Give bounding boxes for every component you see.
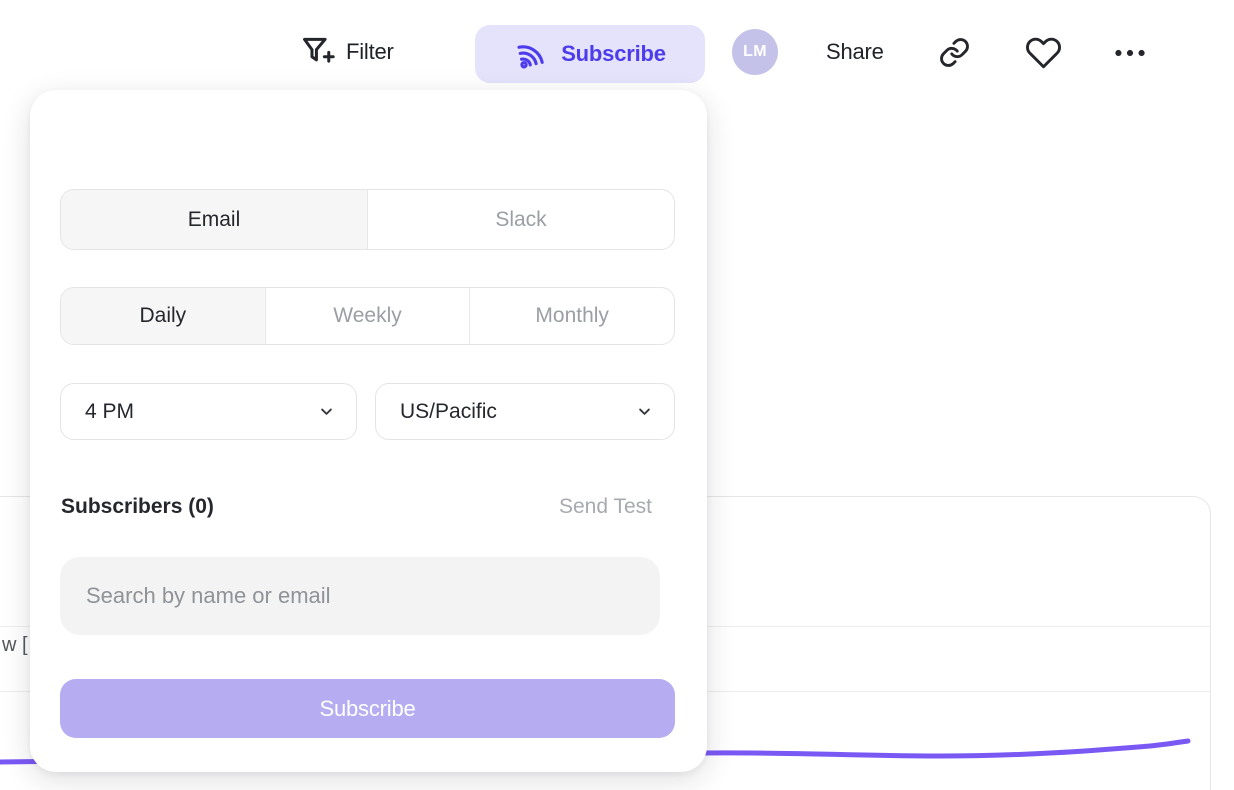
subscribe-toolbar-label: Subscribe <box>561 41 666 67</box>
timezone-select-value: US/Pacific <box>400 400 497 424</box>
avatar-initials: LM <box>743 43 767 61</box>
time-select[interactable]: 4 PM <box>60 383 357 440</box>
rss-icon <box>514 37 548 71</box>
page: w [ Filter Subscribe LM Share <box>0 0 1234 790</box>
tab-email[interactable]: Email <box>61 190 368 249</box>
frequency-tabs: Daily Weekly Monthly <box>60 287 675 345</box>
tab-slack[interactable]: Slack <box>368 190 674 249</box>
filter-label: Filter <box>346 39 394 65</box>
time-select-value: 4 PM <box>85 400 134 424</box>
copy-link-button[interactable] <box>938 36 971 69</box>
share-button[interactable]: Share <box>826 30 884 74</box>
share-label: Share <box>826 39 884 65</box>
subscribe-submit-button[interactable]: Subscribe <box>60 679 675 738</box>
chevron-down-icon <box>635 402 654 421</box>
more-options-button[interactable] <box>1112 40 1148 66</box>
favorite-button[interactable] <box>1025 34 1062 71</box>
avatar[interactable]: LM <box>732 29 778 75</box>
background-clipped-text: w [ <box>2 634 28 657</box>
send-test-button[interactable]: Send Test <box>559 495 652 519</box>
tab-weekly[interactable]: Weekly <box>266 288 471 344</box>
ellipsis-icon <box>1112 40 1148 66</box>
tab-monthly[interactable]: Monthly <box>470 288 674 344</box>
chevron-down-icon <box>317 402 336 421</box>
heart-icon <box>1025 34 1062 71</box>
subscribe-toolbar-button[interactable]: Subscribe <box>475 25 705 83</box>
subscribers-count-label: Subscribers (0) <box>61 495 214 519</box>
link-icon <box>938 36 971 69</box>
timezone-select[interactable]: US/Pacific <box>375 383 675 440</box>
channel-tabs: Email Slack <box>60 189 675 250</box>
filter-plus-icon <box>299 32 337 72</box>
filter-button[interactable]: Filter <box>299 30 394 74</box>
subscriber-search-input[interactable] <box>60 557 660 635</box>
create-subscription-modal: Create a Subscription Email Slack Daily … <box>30 90 707 772</box>
tab-daily[interactable]: Daily <box>61 288 266 344</box>
